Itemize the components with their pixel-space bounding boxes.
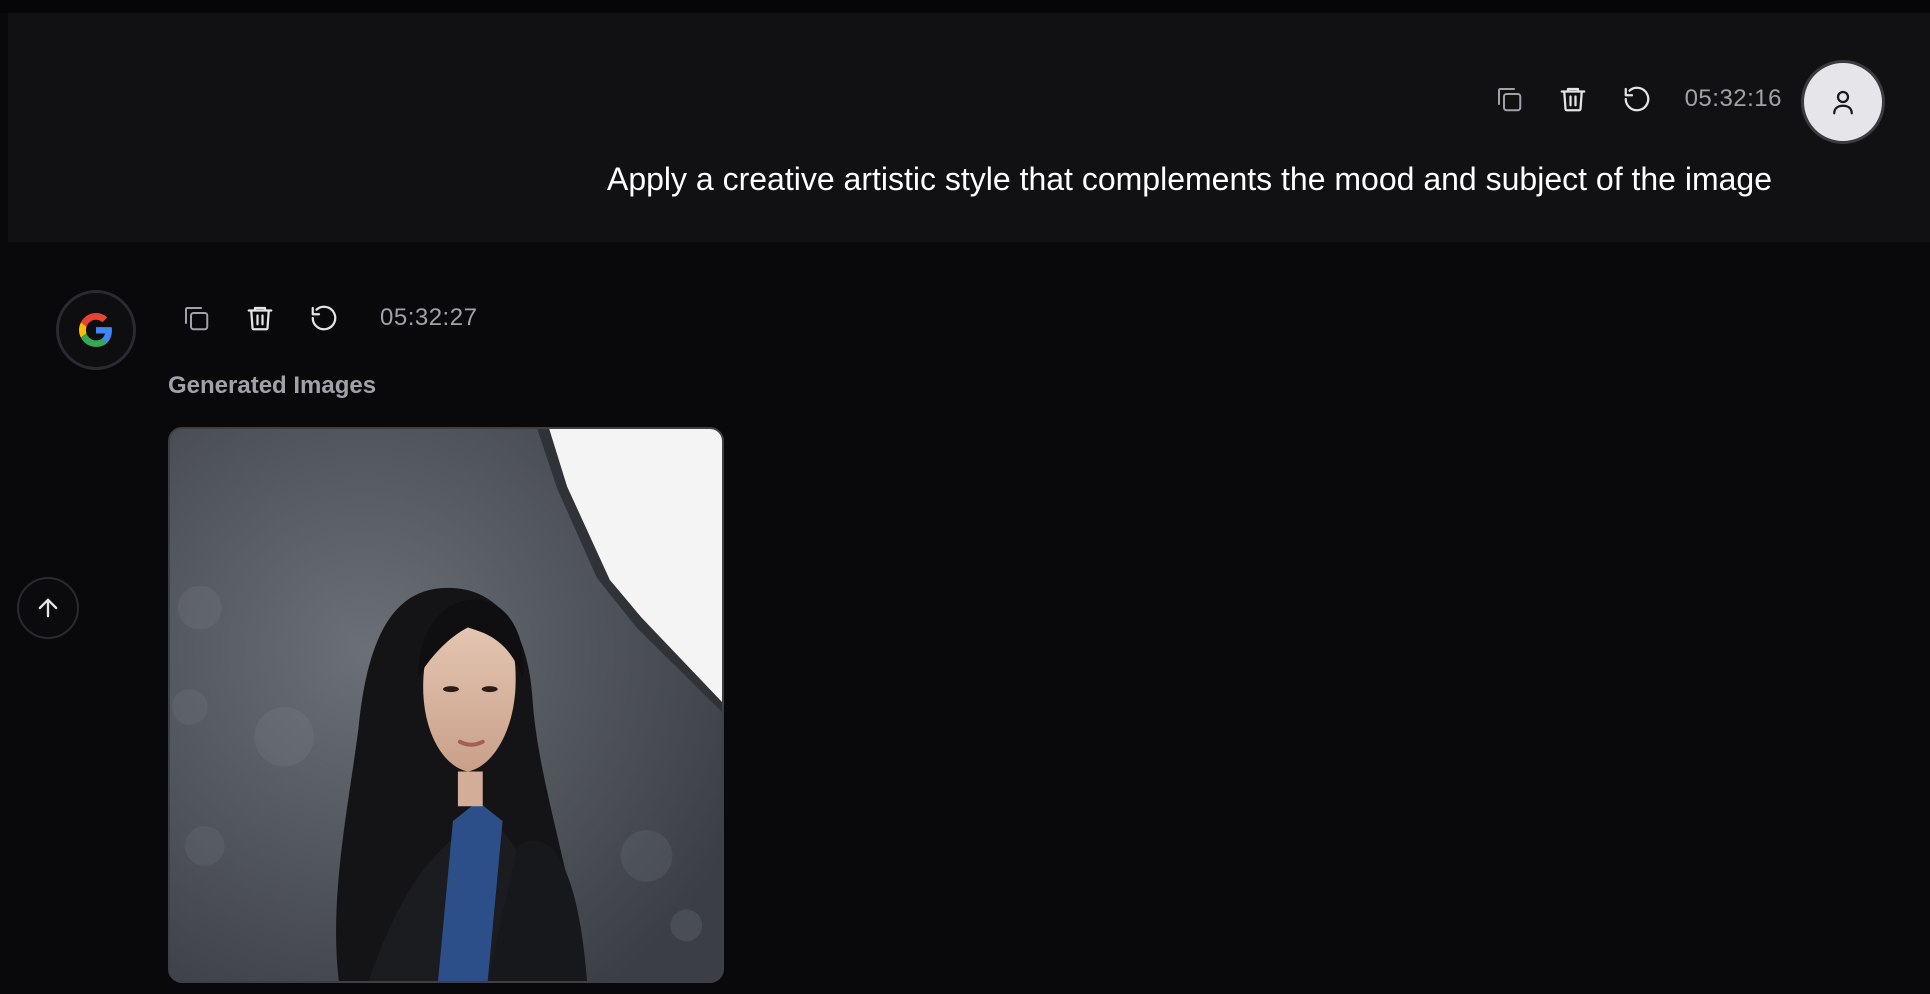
copy-button[interactable] — [176, 298, 216, 338]
retry-icon — [1624, 86, 1649, 112]
assistant-message-actions: 05:32:27 — [176, 298, 477, 338]
portrait-image — [170, 429, 722, 981]
scroll-to-top-button[interactable] — [17, 577, 79, 639]
generated-images-label: Generated Images — [168, 372, 377, 399]
retry-button[interactable] — [1617, 79, 1657, 119]
retry-button[interactable] — [304, 298, 344, 338]
top-bar — [0, 0, 1930, 13]
copy-icon — [185, 307, 209, 331]
google-icon — [79, 313, 112, 347]
copy-button[interactable] — [1489, 79, 1529, 119]
delete-button[interactable] — [1553, 79, 1593, 119]
delete-button[interactable] — [240, 298, 280, 338]
user-icon — [1833, 90, 1853, 115]
assistant-avatar — [56, 290, 136, 370]
trash-icon — [1560, 87, 1585, 112]
arrow-up-icon — [38, 598, 58, 618]
user-message: 05:32:16 Apply a creative artistic style… — [8, 13, 1930, 242]
user-avatar[interactable] — [1801, 60, 1885, 144]
trash-icon — [247, 306, 273, 331]
retry-icon — [311, 305, 337, 331]
copy-icon — [1497, 88, 1521, 112]
user-prompt-text: Apply a creative artistic style that com… — [606, 161, 1772, 197]
assistant-message-timestamp: 05:32:27 — [380, 304, 478, 331]
user-message-timestamp: 05:32:16 — [1684, 85, 1782, 112]
generated-image[interactable] — [168, 427, 724, 983]
user-message-actions: 05:32:16 — [1489, 79, 1782, 119]
